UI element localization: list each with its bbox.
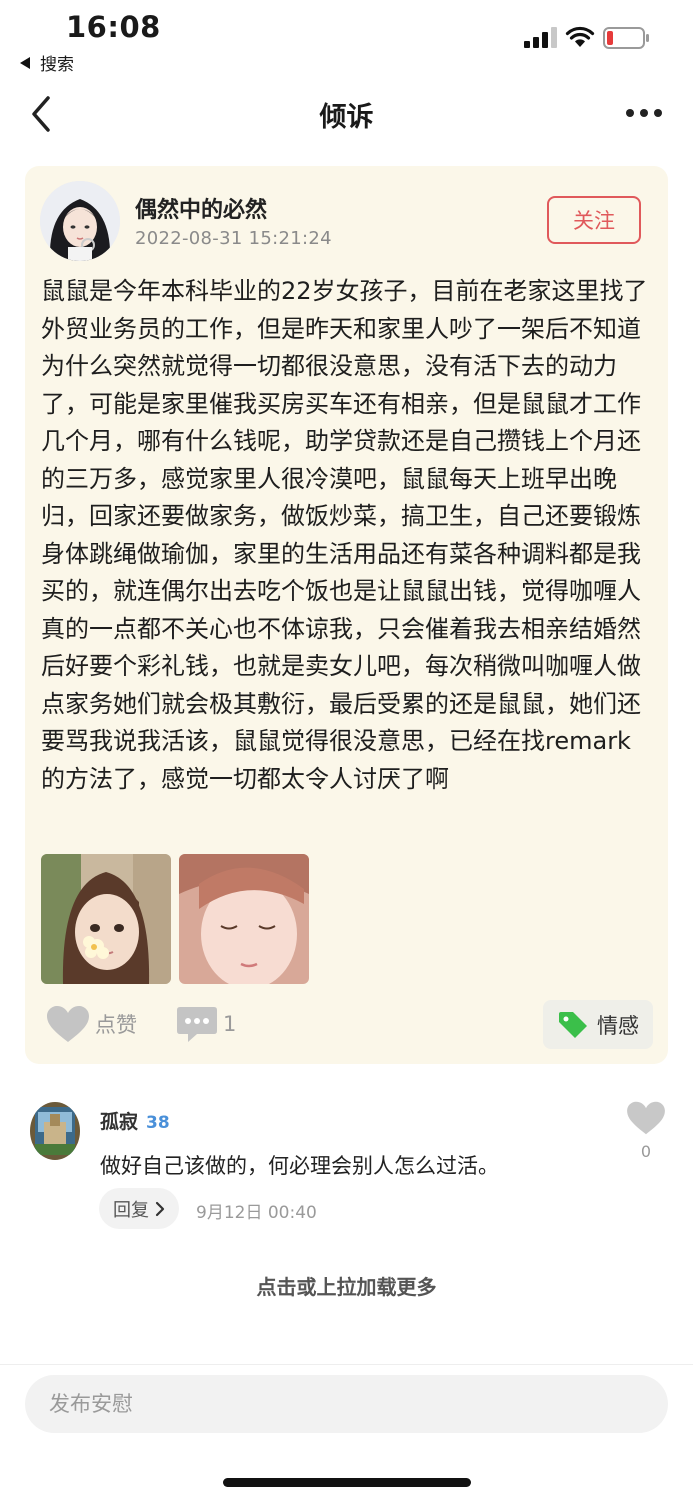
commenter-avatar-image [30, 1102, 80, 1160]
more-dot-icon [640, 109, 648, 117]
author-avatar-image [40, 181, 120, 261]
comment-count: 1 [223, 1012, 237, 1036]
back-arrow-icon [20, 56, 30, 69]
post-card: 偶然中的必然 2022-08-31 15:21:24 关注 鼠鼠是今年本科毕业的… [25, 166, 668, 1064]
nav-bar: 倾诉 [0, 78, 693, 148]
back-to-app-label: 搜索 [40, 55, 74, 75]
load-more-button[interactable]: 点击或上拉加载更多 [0, 1271, 693, 1300]
post-image-2[interactable] [179, 854, 309, 984]
comment-like-count: 0 [640, 1142, 652, 1161]
commenter-level-badge: 38 [146, 1113, 170, 1133]
comment-text: 做好自己该做的，何必理会别人怎么过活。 [100, 1154, 499, 1178]
status-time: 16:08 [66, 10, 161, 44]
tag-icon [559, 1011, 587, 1038]
back-to-app-link[interactable]: 搜索 [20, 50, 74, 75]
more-options-button[interactable] [626, 106, 662, 120]
more-dot-icon [626, 109, 634, 117]
chevron-right-icon [155, 1201, 165, 1216]
post-photo-eyes-closed [179, 854, 309, 984]
comment-like-button[interactable]: 0 [624, 1100, 668, 1161]
wifi-icon [565, 26, 595, 47]
author-avatar[interactable] [40, 181, 120, 261]
page-title: 倾诉 [319, 102, 374, 133]
post-image-1[interactable] [41, 854, 171, 984]
home-indicator [223, 1478, 471, 1487]
tag-label: 情感 [597, 1013, 639, 1038]
post-body-text: 鼠鼠是今年本科毕业的22岁女孩子，目前在老家这里找了外贸业务员的工作，但是昨天和… [41, 277, 648, 793]
cellular-signal-icon [524, 27, 557, 48]
comment-time: 9月12日 00:40 [196, 1203, 317, 1223]
commenter-avatar[interactable] [30, 1102, 80, 1160]
post-photo-flower-girl [41, 854, 171, 984]
reply-label: 回复 [113, 1199, 149, 1221]
commenter-name-row: 孤寂 38 [100, 1107, 170, 1134]
status-bar: 16:08 搜索 [0, 0, 693, 78]
like-button[interactable]: 点赞 [45, 1001, 137, 1047]
more-dot-icon [654, 109, 662, 117]
comfort-input[interactable] [25, 1375, 668, 1433]
heart-icon [627, 1101, 665, 1135]
tag-chip-emotion[interactable]: 情感 [543, 1000, 653, 1049]
comment-bubble-icon [177, 1007, 217, 1042]
divider [0, 1364, 693, 1365]
battery-low-icon [603, 27, 649, 49]
follow-button[interactable]: 关注 [547, 196, 641, 244]
heart-icon [47, 1006, 89, 1042]
author-name[interactable]: 偶然中的必然 [135, 192, 267, 224]
post-timestamp: 2022-08-31 15:21:24 [135, 228, 332, 249]
reply-button[interactable]: 回复 [99, 1188, 179, 1229]
like-label: 点赞 [95, 1013, 137, 1037]
commenter-name[interactable]: 孤寂 [100, 1107, 138, 1134]
comment-button[interactable]: 1 [175, 1001, 236, 1047]
